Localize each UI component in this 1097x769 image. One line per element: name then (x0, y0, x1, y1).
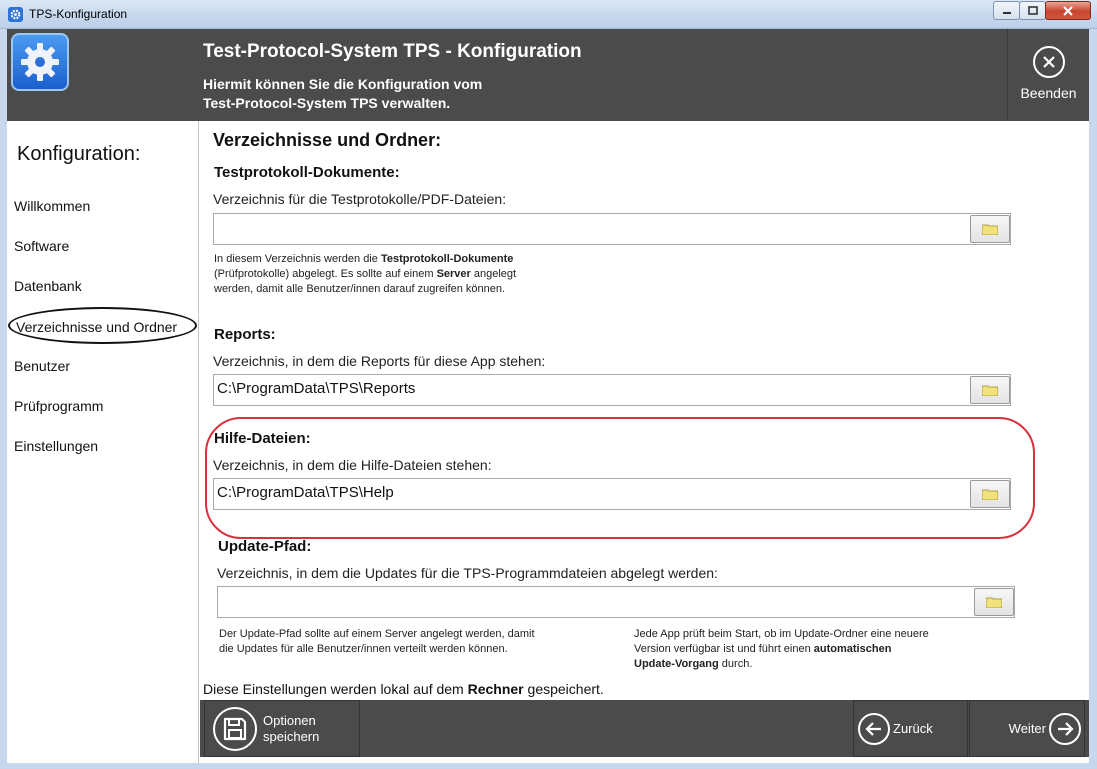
window-frame-left (0, 29, 7, 769)
header-description-line: Test-Protocol-System TPS verwalten. (203, 95, 451, 111)
note-text: angelegt (470, 268, 517, 280)
minimize-icon (1002, 11, 1011, 14)
footer-note: Diese Einstellungen werden lokal auf dem… (203, 681, 604, 697)
note-text: Der Update-Pfad sollte auf einem Server … (219, 628, 535, 640)
gear-app-icon (8, 7, 23, 22)
exit-button-label: Beenden (1020, 85, 1077, 101)
testprotokoll-path-field[interactable] (213, 213, 1011, 245)
update-path-field[interactable] (217, 586, 1015, 618)
reports-heading: Reports: (214, 326, 276, 343)
close-icon (1063, 5, 1073, 16)
close-button[interactable] (1045, 1, 1091, 20)
close-circle-icon (1032, 46, 1065, 78)
sidebar-item-datenbank[interactable]: Datenbank (14, 275, 82, 297)
window-titlebar[interactable]: TPS-Konfiguration (0, 0, 1097, 29)
footer-text: gespeichert. (523, 681, 604, 697)
next-label: Weiter (1008, 721, 1046, 736)
minimize-button[interactable] (993, 1, 1020, 20)
section-title: Verzeichnisse und Ordner: (213, 130, 442, 150)
sidebar-item-verzeichnisse[interactable]: Verzeichnisse und Ordner (8, 307, 197, 344)
reports-browse-button[interactable] (970, 376, 1010, 404)
app-header: Test-Protocol-System TPS - Konfiguration… (7, 29, 1089, 121)
header-title: Test-Protocol-System TPS - Konfiguration (203, 41, 582, 62)
window-frame-bottom (0, 763, 1097, 769)
note-bold: automatischen (813, 643, 892, 655)
arrow-right-icon (1049, 712, 1081, 745)
sidebar-item-software[interactable]: Software (14, 235, 69, 257)
next-button[interactable]: Weiter (969, 700, 1085, 757)
maximize-button[interactable] (1019, 1, 1046, 20)
note-bold: Testprotokoll-Dokumente (380, 253, 514, 265)
folder-icon (982, 224, 998, 235)
save-label-line: speichern (263, 728, 320, 744)
note-text: Jede App prüft beim Start, ob im Update-… (634, 628, 929, 640)
floppy-disk-icon (213, 706, 257, 751)
folder-icon (986, 597, 1002, 608)
help-label: Verzeichnis, in dem die Hilfe-Dateien st… (213, 457, 492, 473)
exit-button[interactable]: Beenden (1007, 29, 1089, 121)
help-browse-button[interactable] (970, 480, 1010, 508)
testprotokoll-browse-button[interactable] (970, 215, 1010, 243)
window-title: TPS-Konfiguration (29, 7, 128, 21)
main-panel: Verzeichnisse und Ordner: Testprotokoll-… (200, 121, 1089, 763)
back-label: Zurück (893, 721, 933, 736)
sidebar-item-einstellungen[interactable]: Einstellungen (14, 435, 98, 457)
note-text: In diesem Verzeichnis werden die (214, 253, 381, 265)
window-frame-right (1089, 29, 1097, 769)
update-note-left: Der Update-Pfad sollte auf einem Server … (219, 627, 619, 657)
update-browse-button[interactable] (974, 588, 1014, 616)
sidebar: Konfiguration: Willkommen Software Daten… (7, 121, 199, 763)
help-path-field[interactable]: C:\ProgramData\TPS\Help (213, 478, 1011, 510)
note-bold: Server (436, 268, 471, 280)
reports-label: Verzeichnis, in dem die Reports für dies… (213, 353, 546, 369)
folder-icon (982, 489, 998, 500)
save-label-line: Optionen (263, 712, 316, 728)
note-bold: Update-Vorgang (634, 658, 719, 670)
arrow-left-icon (858, 712, 890, 745)
update-note-right: Jede App prüft beim Start, ob im Update-… (634, 627, 1034, 672)
app-logo (11, 33, 69, 91)
header-description: Hiermit können Sie die Konfiguration vom… (203, 75, 482, 113)
note-text: die Updates für alle Benutzer/innen vert… (219, 643, 508, 655)
note-text: durch. (718, 658, 753, 670)
update-label: Verzeichnis, in dem die Updates für die … (217, 565, 718, 581)
testprotokoll-note: In diesem Verzeichnis werden die Testpro… (214, 252, 554, 297)
note-text: (Prüfprotokolle) abgelegt. Es sollte auf… (214, 268, 437, 280)
testprotokoll-heading: Testprotokoll-Dokumente: (214, 164, 400, 181)
sidebar-item-pruefprogramm[interactable]: Prüfprogramm (14, 395, 103, 417)
note-text: werden, damit alle Benutzer/innen darauf… (214, 283, 506, 295)
footer-bold: Rechner (467, 681, 524, 697)
gear-icon (21, 43, 59, 81)
footer-text: Diese Einstellungen werden lokal auf dem (203, 681, 468, 697)
update-heading: Update-Pfad: (218, 538, 312, 555)
sidebar-item-willkommen[interactable]: Willkommen (14, 195, 90, 217)
back-button[interactable]: Zurück (853, 700, 968, 757)
sidebar-heading: Konfiguration: (17, 143, 141, 165)
bottom-toolbar: Optionen speichern Zurück Weiter (200, 700, 1089, 757)
folder-icon (982, 385, 998, 396)
save-options-button[interactable]: Optionen speichern (204, 700, 360, 757)
note-text: Version verfügbar ist und führt einen (634, 643, 814, 655)
maximize-icon (1027, 6, 1038, 15)
sidebar-item-benutzer[interactable]: Benutzer (14, 355, 70, 377)
reports-path-field[interactable]: C:\ProgramData\TPS\Reports (213, 374, 1011, 406)
help-heading: Hilfe-Dateien: (214, 430, 311, 447)
testprotokoll-label: Verzeichnis für die Testprotokolle/PDF-D… (213, 191, 507, 207)
header-description-line: Hiermit können Sie die Konfiguration vom (203, 76, 483, 92)
